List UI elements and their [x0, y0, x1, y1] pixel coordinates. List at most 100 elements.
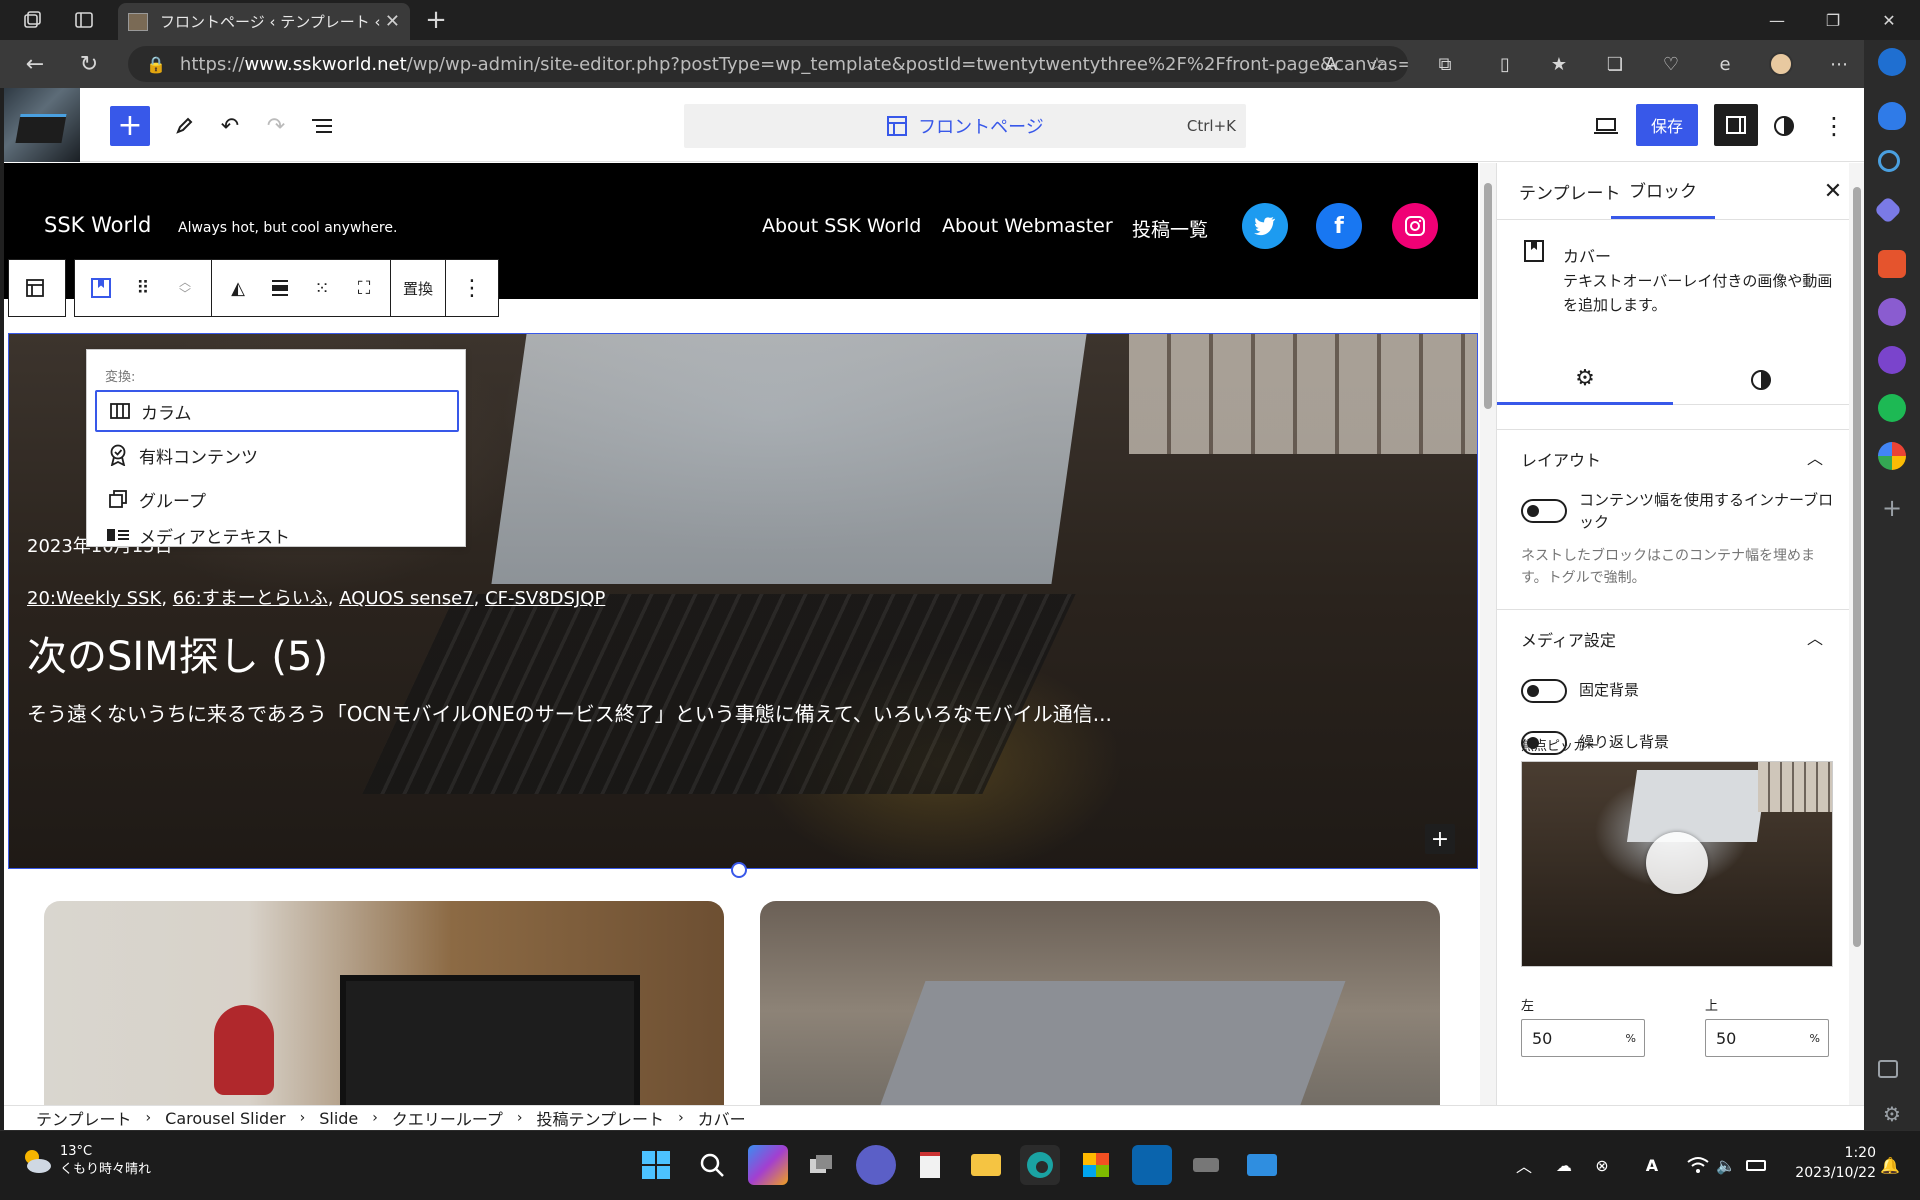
breadcrumb-item[interactable]: 投稿テンプレート [537, 1106, 665, 1130]
close-inspector-icon[interactable]: ✕ [1819, 177, 1847, 205]
replace-button[interactable]: 置換 [399, 270, 437, 306]
select-parent-icon[interactable] [17, 270, 53, 306]
focal-left-input[interactable]: 50% [1521, 1019, 1645, 1057]
focal-point-picker[interactable] [1521, 761, 1833, 967]
tray-app-a-icon[interactable]: A [1640, 1153, 1664, 1177]
microsoft-store-icon[interactable] [1076, 1145, 1116, 1185]
preview-desktop-icon[interactable] [1586, 106, 1626, 146]
spotify-icon[interactable] [1878, 394, 1906, 422]
wifi-icon[interactable] [1686, 1153, 1710, 1177]
browser-essentials-icon[interactable]: ♡ [1656, 50, 1686, 78]
cover-resize-handle[interactable] [731, 862, 747, 878]
sidebar-settings-gear-icon[interactable]: ⚙ [1878, 1100, 1906, 1128]
split-screen-icon[interactable]: ▯ [1490, 50, 1520, 78]
teams-chat-icon[interactable] [856, 1145, 896, 1185]
edit-tools-pen-icon[interactable] [164, 106, 204, 146]
weather-widget[interactable]: 13°C くもり時々晴れ [20, 1143, 151, 1179]
games-icon[interactable] [1878, 298, 1906, 326]
instagram-icon[interactable] [1392, 203, 1438, 249]
refresh-icon[interactable]: ↻ [74, 50, 104, 78]
fixed-background-toggle[interactable] [1521, 679, 1567, 703]
command-palette[interactable]: フロントページ Ctrl+K [684, 104, 1246, 148]
collections-icon[interactable]: ❏ [1600, 50, 1630, 78]
google-icon[interactable] [1878, 442, 1906, 470]
volume-icon[interactable]: 🔈 [1714, 1153, 1738, 1177]
notification-bell-icon[interactable]: 🔔 [1878, 1153, 1902, 1177]
canvas-scrollbar-thumb[interactable] [1484, 183, 1492, 409]
redo-icon[interactable]: ↷ [256, 106, 296, 146]
nav-link-posts[interactable]: 投稿一覧 [1132, 215, 1208, 242]
hide-sidebar-icon[interactable] [1878, 1060, 1898, 1078]
tools-briefcase-icon[interactable] [1878, 250, 1906, 278]
site-icon[interactable] [4, 88, 80, 162]
restore-icon[interactable]: ❐ [1810, 6, 1856, 34]
favorites-icon[interactable]: ★ [1544, 50, 1574, 78]
post-card-image[interactable] [760, 901, 1440, 1105]
minimize-icon[interactable]: — [1754, 6, 1800, 34]
breadcrumb-item[interactable]: カバー [698, 1106, 746, 1130]
app-generic-icon[interactable] [1186, 1145, 1226, 1185]
copilot-pre-icon[interactable] [748, 1145, 788, 1185]
styles-halfcircle-icon[interactable] [1764, 106, 1804, 146]
chevron-up-icon[interactable]: ︿ [1807, 625, 1823, 649]
focal-point-handle[interactable] [1646, 832, 1708, 894]
battery-icon[interactable] [1744, 1153, 1768, 1177]
tab-block[interactable]: ブロック [1611, 163, 1715, 219]
inspector-scrollbar[interactable] [1849, 163, 1864, 1105]
styles-subtab[interactable] [1673, 355, 1849, 405]
transform-to-media-text[interactable]: メディアとテキスト [95, 522, 459, 548]
notifications-bell-icon[interactable] [1878, 102, 1906, 130]
transform-to-columns[interactable]: カラム [95, 390, 459, 432]
inspector-scrollbar-thumb[interactable] [1853, 187, 1861, 947]
post-title[interactable]: 次のSIM探し (5) [27, 624, 328, 682]
nav-link-about-webmaster[interactable]: About Webmaster [942, 215, 1113, 237]
favorite-star-icon[interactable]: ☆ [1362, 50, 1392, 78]
tab-actions-icon[interactable] [68, 6, 100, 34]
system-clock[interactable]: 1:20 2023/10/22 [1776, 1143, 1876, 1183]
new-tab-icon[interactable]: + [420, 5, 452, 35]
extensions-icon[interactable]: ⧉ [1430, 50, 1460, 78]
post-excerpt[interactable]: そう遠くないうちに来るであろう「OCNモバイルONEのサービス終了」という事態に… [27, 698, 1112, 727]
add-inner-block-button[interactable]: + [1425, 824, 1455, 854]
breadcrumb-item[interactable]: テンプレート [36, 1106, 132, 1130]
onedrive-cloud-icon[interactable]: ☁ [1552, 1153, 1576, 1177]
content-position-icon[interactable]: ⁙ [304, 270, 340, 306]
back-icon[interactable]: ← [20, 50, 50, 78]
category-link[interactable]: CF-SV8DSJQP [485, 588, 605, 609]
cover-block-type-icon[interactable] [83, 270, 119, 306]
align-icon[interactable] [262, 270, 298, 306]
list-view-icon[interactable] [302, 106, 342, 146]
breadcrumb-item[interactable]: クエリーループ [392, 1106, 503, 1130]
focal-top-input[interactable]: 50% [1705, 1019, 1829, 1057]
canvas-scrollbar[interactable] [1480, 163, 1496, 1105]
chevron-up-icon[interactable]: ︿ [1807, 445, 1823, 469]
window-close-icon[interactable]: ✕ [1866, 6, 1912, 34]
move-up-down-icon[interactable]: ︿ ﹀ [167, 270, 203, 306]
add-sidebar-app-icon[interactable]: + [1878, 494, 1906, 522]
task-view-icon[interactable] [802, 1145, 842, 1185]
tab-close-icon[interactable]: ✕ [385, 11, 400, 32]
read-aloud-icon[interactable]: A [1316, 50, 1346, 78]
category-link[interactable]: 20:Weekly SSK [27, 588, 161, 609]
media-settings-title[interactable]: メディア設定 [1521, 627, 1616, 651]
site-title[interactable]: SSK World [44, 213, 151, 237]
breadcrumb-item[interactable]: Carousel Slider [165, 1109, 285, 1128]
edge-extension-icon[interactable]: e [1710, 50, 1740, 78]
tray-overflow-chevron-icon[interactable]: ︿ [1512, 1153, 1536, 1177]
settings-subtab[interactable]: ⚙ [1497, 355, 1673, 405]
workspaces-icon[interactable] [16, 6, 48, 34]
settings-toggle-button[interactable] [1714, 104, 1758, 146]
options-kebab-icon[interactable]: ⋮ [1814, 106, 1854, 146]
start-windows-icon[interactable] [636, 1145, 676, 1185]
block-options-kebab-icon[interactable]: ⋮ [454, 270, 490, 306]
search-icon[interactable] [1878, 150, 1900, 172]
site-tagline[interactable]: Always hot, but cool anywhere. [178, 220, 397, 236]
twitter-icon[interactable] [1242, 203, 1288, 249]
outlook-new-icon[interactable] [1132, 1145, 1172, 1185]
url-field[interactable]: 🔒 https://www.sskworld.net/wp/wp-admin/s… [128, 46, 1408, 82]
full-height-icon[interactable]: ⛶ [346, 270, 382, 306]
save-button[interactable]: 保存 [1636, 104, 1698, 146]
block-inserter-button[interactable]: + [110, 106, 150, 146]
tray-close-circle-icon[interactable]: ⊗ [1590, 1153, 1614, 1177]
app-bookmark-icon[interactable] [910, 1145, 950, 1185]
